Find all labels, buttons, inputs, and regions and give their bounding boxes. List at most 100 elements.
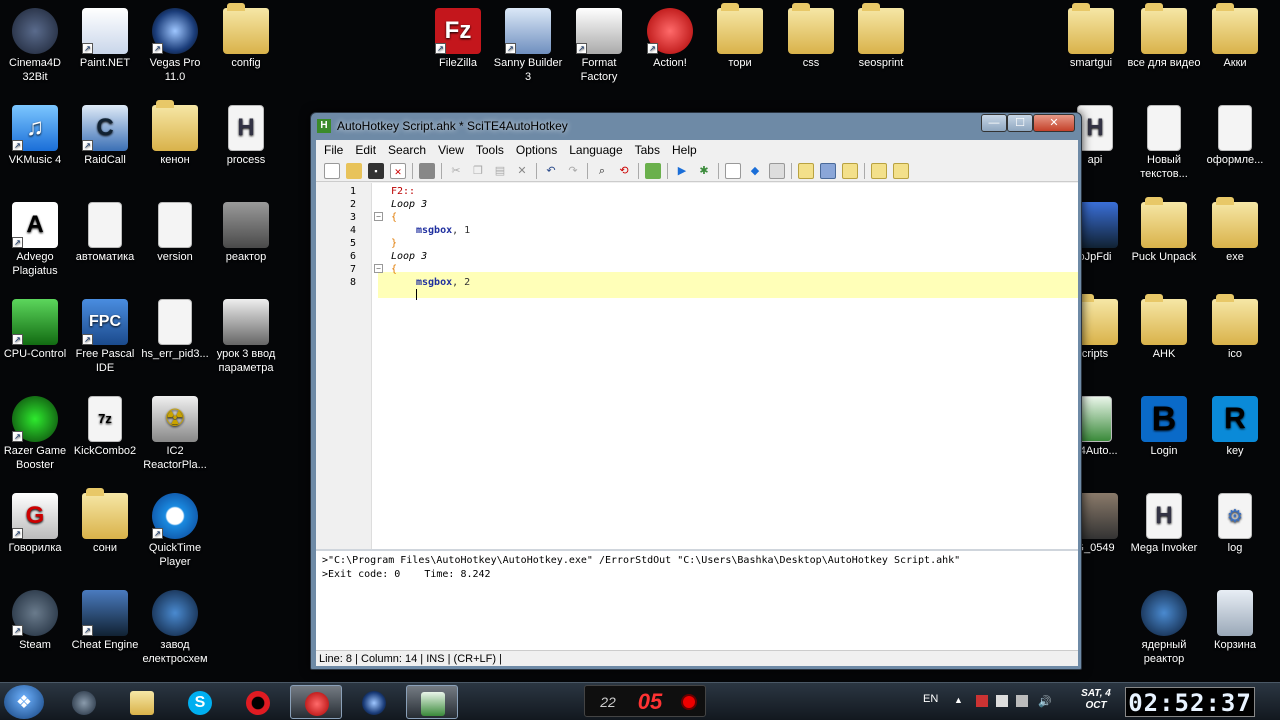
clock[interactable]: 02:52:37 (1125, 687, 1255, 717)
taskbar-steam[interactable] (58, 685, 110, 719)
desktop-icon-razer[interactable]: ↗ Razer Game Booster (0, 396, 72, 472)
desktop-icon-exe[interactable]: exe (1198, 197, 1272, 264)
desktop-icon-free-pascal[interactable]: FPC ↗ Free Pascal IDE (68, 299, 142, 375)
desktop-icon-novyi-tekst[interactable]: Новый текстов... (1127, 105, 1201, 181)
desktop-icon-cheat-engine[interactable]: ↗ Cheat Engine (68, 590, 142, 652)
desktop-icon-akki[interactable]: Акки (1198, 3, 1272, 70)
close-button[interactable]: ✕ (1033, 114, 1075, 132)
cut-icon[interactable]: ✂ (448, 163, 464, 179)
record-icon[interactable] (681, 694, 697, 710)
desktop-icon-ahk[interactable]: AHK (1127, 294, 1201, 361)
desktop-icon-version[interactable]: version (138, 202, 212, 264)
desktop-icon-action[interactable]: ↗ Action! (633, 8, 707, 70)
desktop-icon-vegas[interactable]: ↗ Vegas Pro 11.0 (138, 8, 212, 84)
desktop-icon-vse-dlya-video[interactable]: все для видео (1127, 3, 1201, 70)
desktop-icon-filezilla[interactable]: Fz ↗ FileZilla (421, 8, 495, 70)
copy-icon[interactable]: ❐ (470, 163, 486, 179)
desktop-icon-mega-invoker[interactable]: H Mega Invoker (1127, 493, 1201, 555)
desktop-icon-puck-unpack[interactable]: Puck Unpack (1127, 197, 1201, 264)
desktop-icon-reaktor[interactable]: реактор (209, 202, 283, 264)
desktop-icon-cinema4d[interactable]: Cinema4D 32Bit (0, 8, 72, 84)
menu-tabs[interactable]: Tabs (629, 140, 666, 160)
desktop-icon-css[interactable]: css (774, 3, 848, 70)
code-editor[interactable]: 1 2 3 4 5 6 7 8 − − F2:: Loop 3 { msgbox… (316, 183, 1078, 549)
recording-widget[interactable]: 22 05 (584, 685, 706, 717)
desktop-icon-yadernyi[interactable]: ядерный реактор (1127, 590, 1201, 666)
desktop-icon-format-factory[interactable]: ↗ Format Factory (562, 8, 636, 84)
maximize-button[interactable]: ☐ (1007, 114, 1033, 132)
desktop-icon-kickcombo[interactable]: 7z KickCombo2 (68, 396, 142, 458)
print-icon[interactable] (419, 162, 435, 179)
taskbar-explorer[interactable] (116, 685, 168, 719)
network-icon[interactable] (1016, 695, 1028, 707)
taskbar-scite[interactable] (406, 685, 458, 719)
delete-icon[interactable]: ✕ (514, 163, 530, 179)
desktop-icon-steam[interactable]: ↗ Steam (0, 590, 72, 652)
menu-search[interactable]: Search (382, 140, 432, 160)
redo-icon[interactable]: ↷ (565, 163, 581, 179)
paste-icon[interactable]: ▤ (492, 163, 508, 179)
desktop-icon-quicktime[interactable]: ↗ QuickTime Player (138, 493, 212, 569)
desktop-icon-log[interactable]: ⚙ log (1198, 493, 1272, 555)
close-file-icon[interactable]: ✕ (390, 162, 406, 179)
menu-language[interactable]: Language (563, 140, 628, 160)
window-spy-icon[interactable] (725, 162, 741, 179)
menu-edit[interactable]: Edit (349, 140, 382, 160)
list-icon[interactable] (820, 162, 836, 179)
desktop-icon-login[interactable]: B Login (1127, 396, 1201, 458)
cube-icon[interactable]: ◆ (747, 163, 763, 179)
taskbar-action[interactable] (290, 685, 342, 719)
desktop-icon-korzina[interactable]: Корзина (1198, 590, 1272, 652)
desktop-icon-kenon[interactable]: кенон (138, 100, 212, 167)
menu-view[interactable]: View (432, 140, 470, 160)
desktop-icon-advego[interactable]: A ↗ Advego Plagiatus (0, 202, 72, 278)
bookmark-prev-icon[interactable] (871, 162, 887, 179)
menu-tools[interactable]: Tools (470, 140, 510, 160)
desktop-icon-soni[interactable]: сони (68, 488, 142, 555)
undo-icon[interactable]: ↶ (543, 163, 559, 179)
replace-icon[interactable]: ⟲ (616, 163, 632, 179)
bookmark-next-icon[interactable] (893, 162, 909, 179)
desktop-icon-zavod[interactable]: завод електросхем (138, 590, 212, 666)
desktop-icon-ico[interactable]: ico (1198, 294, 1272, 361)
window-titlebar[interactable]: H AutoHotkey Script.ahk * SciTE4AutoHotk… (311, 113, 1081, 139)
desktop-icon-hs-err[interactable]: hs_err_pid3... (138, 299, 212, 361)
run-icon[interactable]: ▶ (674, 163, 690, 179)
fold-toggle[interactable]: − (374, 264, 383, 273)
debug-icon[interactable]: ✱ (696, 163, 712, 179)
start-button[interactable] (4, 685, 44, 719)
taskbar-opera[interactable] (232, 685, 284, 719)
settings-icon[interactable] (842, 162, 858, 179)
desktop-icon-urok3[interactable]: урок 3 ввод параметра (209, 299, 283, 375)
taskbar-skype[interactable]: S (174, 685, 226, 719)
find-icon[interactable]: ⌕ (594, 163, 610, 179)
desktop-icon-oformle[interactable]: оформле... (1198, 105, 1272, 167)
desktop-icon-tori[interactable]: тори (703, 3, 777, 70)
open-folder-icon[interactable] (346, 162, 362, 179)
desktop-icon-paintnet[interactable]: ↗ Paint.NET (68, 8, 142, 70)
desktop-icon-seosprint[interactable]: seosprint (844, 3, 918, 70)
menu-options[interactable]: Options (510, 140, 563, 160)
save-icon[interactable]: ▪ (368, 162, 384, 179)
language-indicator[interactable]: EN (923, 693, 938, 705)
notes-icon[interactable] (798, 162, 814, 179)
fold-toggle[interactable]: − (374, 212, 383, 221)
power-icon[interactable] (996, 695, 1008, 707)
date-display[interactable]: SAT, 4 OCT (1074, 688, 1118, 712)
compile-icon[interactable] (645, 162, 661, 179)
desktop-icon-avtomatika[interactable]: автоматика (68, 202, 142, 264)
new-file-icon[interactable] (324, 162, 340, 179)
desktop-icon-key[interactable]: R key (1198, 396, 1272, 458)
desktop-icon-vkmusic[interactable]: ♫ ↗ VKMusic 4 (0, 105, 72, 167)
minimize-button[interactable]: — (981, 114, 1007, 132)
desktop-icon-config[interactable]: config (209, 3, 283, 70)
desktop-icon-raidcall[interactable]: C ↗ RaidCall (68, 105, 142, 167)
output-pane[interactable]: >"C:\Program Files\AutoHotkey\AutoHotkey… (316, 549, 1078, 650)
menu-help[interactable]: Help (666, 140, 703, 160)
taskbar-vegas[interactable] (348, 685, 400, 719)
flag-icon[interactable] (976, 695, 988, 707)
volume-icon[interactable]: 🔊 (1038, 695, 1052, 708)
desktop-icon-sanny[interactable]: ↗ Sanny Builder 3 (491, 8, 565, 84)
gui-designer-icon[interactable] (769, 162, 785, 179)
desktop-icon-govorilka[interactable]: G ↗ Говорилка (0, 493, 72, 555)
